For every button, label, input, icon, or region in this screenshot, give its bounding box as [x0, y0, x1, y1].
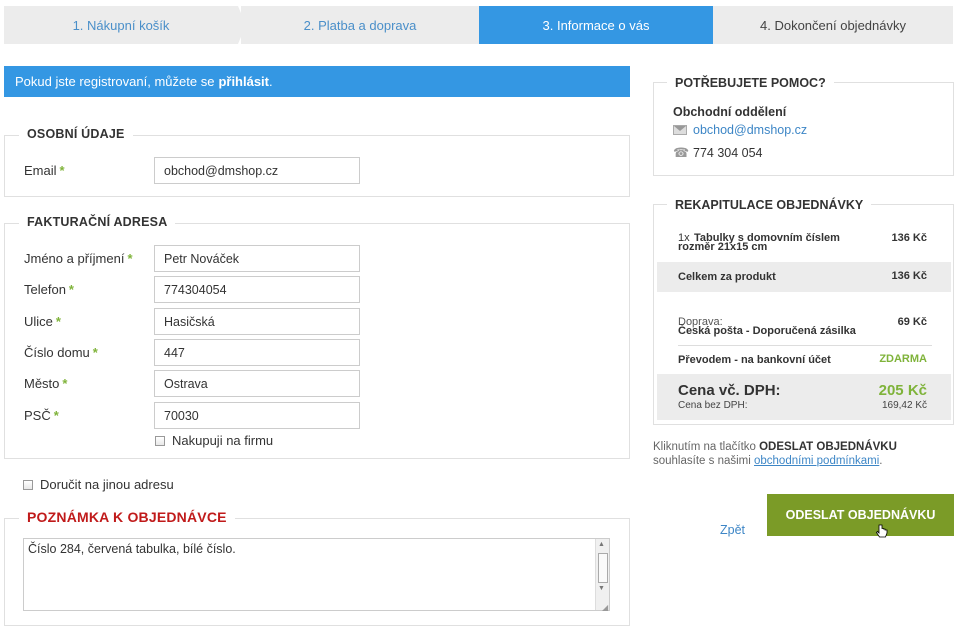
house-number-label: Číslo domu * [24, 345, 98, 360]
help-title: POTŘEBUJETE POMOC? [667, 76, 834, 90]
help-phone: 774 304 054 [693, 146, 763, 160]
note-scrollbar[interactable]: ▲ ▼ [595, 539, 609, 610]
phone-icon: ☎ [673, 145, 690, 160]
other-address-checkbox[interactable]: Doručit na jinou adresu [23, 477, 174, 492]
recap-subtotal: Celkem za produkt 136 Kč [657, 262, 951, 292]
house-number-row: Číslo domu * 447 [24, 339, 360, 366]
billing-title: FAKTURAČNÍ ADRESA [19, 215, 176, 229]
step-payment-shipping[interactable]: 2. Platba a doprava [241, 6, 479, 44]
info-suffix: . [269, 74, 273, 89]
phone-row: Telefon * 774304054 [24, 276, 360, 303]
company-checkbox-label: Nakupuji na firmu [172, 433, 274, 448]
name-field[interactable]: Petr Nováček [154, 245, 360, 272]
checkbox-box[interactable] [23, 479, 33, 490]
city-row: Město * Ostrava [24, 370, 360, 397]
house-number-field[interactable]: 447 [154, 339, 360, 366]
recap-total: Cena vč. DPH: 205 Kč Cena bez DPH: 169,4… [657, 374, 951, 420]
net-price: 169,42 Kč [881, 400, 927, 411]
step-label: 4. Dokončení objednávky [760, 17, 906, 33]
name-row: Jméno a příjmení * Petr Nováček [24, 245, 360, 272]
email-label: Email * [24, 163, 65, 178]
step-finish[interactable]: 4. Dokončení objednávky [713, 6, 953, 44]
payment-name: Převodem - na bankovní účet [678, 354, 831, 366]
recap-title: REKAPITULACE OBJEDNÁVKY [667, 198, 872, 212]
recap-shipping: Doprava: Česká pošta - Doporučená zásilk… [657, 315, 951, 345]
email-row: Email * obchod@dmshop.cz [24, 157, 360, 184]
street-label: Ulice * [24, 314, 61, 329]
phone-field[interactable]: 774304054 [154, 276, 360, 303]
scroll-thumb[interactable] [598, 553, 608, 583]
name-label: Jméno a příjmení * [24, 251, 133, 266]
step-label: 2. Platba a doprava [303, 17, 417, 33]
shipping-price: 69 Kč [897, 316, 927, 328]
note-title: POZNÁMKA K OBJEDNÁVCE [19, 509, 235, 525]
submit-order-button[interactable]: ODESLAT OBJEDNÁVKU [767, 494, 954, 536]
subtotal-label: Celkem za produkt [678, 271, 776, 283]
city-label: Město * [24, 376, 68, 391]
company-checkbox[interactable]: Nakupuji na firmu [155, 433, 273, 448]
item-size: rozměr 21x15 cm [678, 241, 768, 253]
help-section: POTŘEBUJETE POMOC? Obchodní oddělení obc… [653, 76, 954, 176]
total-price: 205 Kč [878, 382, 927, 399]
item-price: 136 Kč [891, 232, 927, 244]
checkbox-box[interactable] [155, 435, 165, 446]
hand-cursor-icon [876, 524, 888, 538]
department-name: Obchodní oddělení [673, 105, 787, 119]
scroll-down-icon[interactable]: ▼ [598, 585, 605, 592]
login-link[interactable]: přihlásit [218, 74, 269, 89]
zip-field[interactable]: 70030 [154, 402, 360, 429]
personal-title: OSOBNÍ ÚDAJE [19, 127, 133, 141]
recap-item: 1x Tabulky s domovním číslem rozměr 21x1… [657, 231, 951, 261]
payment-price: ZDARMA [879, 353, 927, 365]
other-address-label: Doručit na jinou adresu [40, 477, 174, 492]
personal-section: OSOBNÍ ÚDAJE Email * obchod@dmshop.cz [4, 127, 630, 197]
zip-row: PSČ * 70030 [24, 402, 360, 429]
back-link[interactable]: Zpět [720, 523, 745, 537]
step-cart[interactable]: 1. Nákupní košík [4, 6, 238, 44]
note-textarea[interactable] [23, 538, 610, 611]
scroll-up-icon[interactable]: ▲ [598, 541, 605, 548]
divider [678, 345, 932, 346]
step-info-active[interactable]: 3. Informace o vás [479, 6, 713, 44]
checkout-steps: 1. Nákupní košík 2. Platba a doprava 3. … [4, 6, 953, 44]
step-label: 3. Informace o vás [542, 17, 650, 33]
city-field[interactable]: Ostrava [154, 370, 360, 397]
subtotal-price: 136 Kč [891, 270, 927, 282]
street-field[interactable]: Hasičská [154, 308, 360, 335]
terms-text: Kliknutím na tlačítko ODESLAT OBJEDNÁVKU… [653, 441, 897, 467]
note-section: POZNÁMKA K OBJEDNÁVCE ▲ ▼ ◢ [4, 509, 630, 626]
step-label: 1. Nákupní košík [72, 17, 170, 33]
resize-grip-icon[interactable]: ◢ [602, 603, 608, 612]
zip-label: PSČ * [24, 408, 59, 423]
mail-icon [673, 125, 687, 135]
shipping-name: Česká pošta - Doporučená zásilka [678, 325, 856, 337]
info-text: Pokud jste registrovaní, můžete se [15, 74, 215, 89]
login-info-bar: Pokud jste registrovaní, můžete se přihl… [4, 66, 630, 97]
net-label: Cena bez DPH: [678, 400, 748, 411]
recap-payment: Převodem - na bankovní účet ZDARMA [657, 353, 951, 371]
terms-link[interactable]: obchodními podmínkami [754, 455, 879, 467]
total-label: Cena vč. DPH: [678, 382, 781, 399]
phone-label: Telefon * [24, 282, 74, 297]
help-email-link[interactable]: obchod@dmshop.cz [693, 123, 807, 137]
billing-section: FAKTURAČNÍ ADRESA Jméno a příjmení * Petr… [4, 215, 630, 459]
contact-phone: ☎ 774 304 054 [673, 146, 763, 160]
terms-button-ref: ODESLAT OBJEDNÁVKU [759, 441, 897, 453]
recap-section: REKAPITULACE OBJEDNÁVKY 1x Tabulky s dom… [653, 198, 954, 425]
contact-email: obchod@dmshop.cz [673, 123, 807, 137]
street-row: Ulice * Hasičská [24, 308, 360, 335]
email-field[interactable]: obchod@dmshop.cz [154, 157, 360, 184]
required-mark: * [59, 163, 65, 178]
